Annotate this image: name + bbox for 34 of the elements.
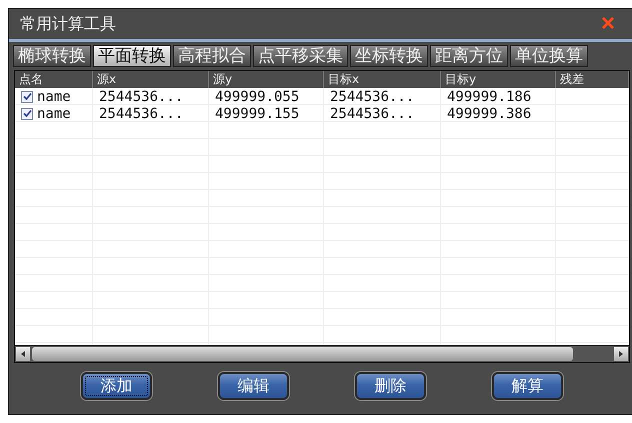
tab[interactable]: 椭球转换 bbox=[13, 45, 91, 67]
column-header[interactable]: 源y bbox=[209, 71, 324, 88]
button[interactable]: 删除 bbox=[355, 372, 426, 400]
column-header[interactable]: 目标y bbox=[441, 71, 556, 88]
table-cell: 2544536... bbox=[99, 106, 184, 122]
table-cell: 499999.386 bbox=[447, 106, 532, 122]
tab[interactable]: 高程拟合 bbox=[173, 45, 251, 67]
scroll-left-icon[interactable] bbox=[16, 347, 30, 361]
scroll-right-icon[interactable] bbox=[614, 347, 628, 361]
button[interactable]: 编辑 bbox=[218, 372, 289, 400]
table-cell: 2544536... bbox=[99, 88, 184, 104]
button[interactable]: 添加 bbox=[81, 372, 152, 400]
tab[interactable]: 平面转换 bbox=[93, 45, 171, 67]
tab[interactable]: 坐标转换 bbox=[350, 45, 428, 67]
horizontal-scrollbar[interactable] bbox=[15, 345, 629, 362]
tab[interactable]: 单位换算 bbox=[510, 45, 588, 67]
table-cell: 499999.155 bbox=[215, 106, 300, 122]
checkbox[interactable] bbox=[21, 90, 33, 102]
table-cell: 2544536... bbox=[330, 106, 414, 122]
scroll-thumb[interactable] bbox=[32, 347, 573, 361]
column-header[interactable]: 源x bbox=[93, 71, 209, 88]
table-cell: name bbox=[37, 88, 71, 104]
column-header[interactable]: 残差 bbox=[556, 71, 629, 88]
checkbox[interactable] bbox=[21, 108, 33, 120]
column-header[interactable]: 目标x bbox=[324, 71, 441, 88]
tab[interactable]: 距离方位 bbox=[430, 45, 508, 67]
column-header[interactable]: 点名 bbox=[15, 71, 93, 88]
button[interactable]: 解算 bbox=[492, 372, 563, 400]
window-title: 常用计算工具 bbox=[20, 14, 116, 34]
table-cell: name bbox=[37, 106, 71, 122]
tab[interactable]: 点平移采集 bbox=[253, 45, 348, 67]
table-cell: 499999.055 bbox=[215, 88, 300, 104]
table-cell: 499999.186 bbox=[447, 88, 532, 104]
table-cell: 2544536... bbox=[330, 88, 414, 104]
